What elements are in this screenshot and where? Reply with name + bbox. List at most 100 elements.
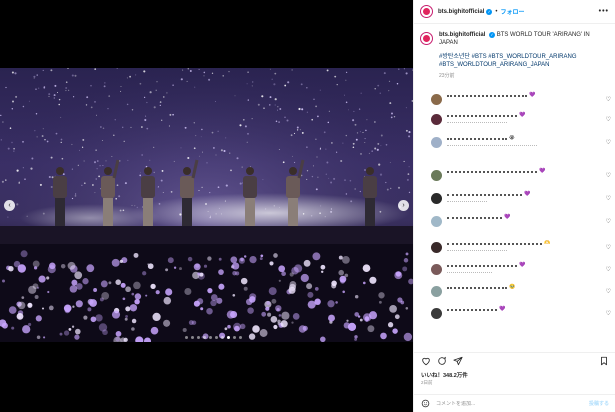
- like-count[interactable]: いいね！348.2万件: [421, 371, 468, 379]
- caption-avatar[interactable]: [420, 32, 433, 45]
- stadium-light: [312, 165, 314, 167]
- stadium-light: [114, 119, 116, 121]
- caption-hashtags-2[interactable]: #BTS_WORLDTOUR_ARIRANG_JAPAN: [439, 61, 609, 69]
- stadium-light: [13, 147, 15, 150]
- stadium-light: [162, 191, 164, 194]
- commenter-avatar[interactable]: [431, 286, 442, 297]
- heart-icon[interactable]: [421, 356, 431, 366]
- stadium-light: [35, 113, 38, 115]
- stadium-light: [77, 164, 79, 166]
- carousel-dot: [197, 336, 200, 339]
- next-image-button[interactable]: ›: [398, 200, 409, 211]
- commenter-avatar[interactable]: [431, 264, 442, 275]
- stadium-light: [230, 169, 232, 172]
- stadium-light: [36, 136, 38, 138]
- lightstick: [280, 320, 288, 328]
- comment-like-icon[interactable]: ♡: [606, 218, 611, 225]
- stadium-light: [306, 146, 308, 148]
- stadium-light: [278, 148, 280, 151]
- lightstick: [206, 307, 213, 315]
- stadium-light: [153, 171, 155, 174]
- avatar[interactable]: [420, 5, 433, 18]
- stadium-light: [60, 141, 62, 143]
- stadium-light: [354, 123, 357, 126]
- stadium-light: [62, 173, 65, 175]
- post-media: ‹ ›: [0, 0, 413, 412]
- lightstick: [232, 293, 236, 297]
- emoji-icon[interactable]: [421, 399, 430, 408]
- stadium-light: [352, 142, 355, 145]
- stadium-light: [96, 114, 97, 116]
- stadium-light: [296, 126, 299, 129]
- stadium-light: [220, 149, 223, 152]
- caption-username[interactable]: bts.bighitofficial: [439, 32, 485, 38]
- comment-like-icon[interactable]: ♡: [606, 310, 611, 317]
- comment-input[interactable]: [436, 400, 589, 407]
- header-username[interactable]: bts.bighitofficial: [438, 9, 484, 15]
- stadium-light: [42, 128, 44, 130]
- lightstick: [46, 276, 50, 280]
- stadium-light: [55, 132, 58, 135]
- stadium-light: [246, 83, 248, 85]
- stadium-light: [194, 86, 196, 88]
- stadium-light: [364, 142, 366, 143]
- caption-hashtags[interactable]: #방탄소년단 #BTS #BTS_WORLDTOUR_ARIRANG: [439, 53, 609, 61]
- lightstick: [68, 328, 72, 331]
- stadium-light: [53, 94, 56, 97]
- lightstick: [265, 306, 270, 311]
- share-icon[interactable]: [453, 356, 463, 366]
- comment-like-icon[interactable]: ♡: [606, 116, 611, 123]
- lightstick: [392, 328, 398, 334]
- lightstick: [342, 290, 345, 294]
- comment-icon[interactable]: [437, 356, 447, 366]
- comment-like-icon[interactable]: ♡: [606, 139, 611, 146]
- stadium-light: [54, 84, 57, 87]
- comment-like-icon[interactable]: ♡: [606, 288, 611, 295]
- stadium-light: [380, 134, 383, 137]
- stadium-light: [159, 101, 162, 103]
- lightstick: [47, 290, 50, 294]
- comment-item: 🥹 ♡: [431, 284, 611, 300]
- stadium-light: [364, 169, 366, 171]
- commenter-avatar[interactable]: [431, 216, 442, 227]
- comment-like-icon[interactable]: ♡: [606, 266, 611, 273]
- previous-image-button[interactable]: ‹: [4, 200, 15, 211]
- comment-text-redacted: [447, 243, 542, 246]
- lightstick: [165, 268, 169, 272]
- lightstick: [119, 259, 124, 264]
- lightstick: [405, 252, 409, 256]
- post-date: 2日前: [421, 380, 433, 385]
- commenter-avatar[interactable]: [431, 193, 442, 204]
- comment-like-icon[interactable]: ♡: [606, 172, 611, 179]
- carousel-dot: [185, 336, 188, 339]
- commenter-avatar[interactable]: [431, 114, 442, 125]
- stadium-light: [335, 151, 338, 153]
- commenter-avatar[interactable]: [431, 170, 442, 181]
- stadium-light: [149, 91, 152, 94]
- commenter-avatar[interactable]: [431, 242, 442, 253]
- bookmark-icon[interactable]: [599, 356, 609, 366]
- commenter-avatar[interactable]: [431, 137, 442, 148]
- comment-like-icon[interactable]: ♡: [606, 195, 611, 202]
- more-options-icon[interactable]: •••: [599, 8, 609, 15]
- lightstick: [273, 324, 278, 330]
- stadium-light: [306, 178, 308, 180]
- post-comment-button[interactable]: 投稿する: [589, 400, 609, 407]
- follow-button[interactable]: フォロー: [500, 7, 524, 16]
- comment-like-icon[interactable]: ♡: [606, 244, 611, 251]
- stadium-light: [123, 140, 125, 142]
- stadium-light: [251, 85, 253, 87]
- comment-like-icon[interactable]: ♡: [606, 96, 611, 103]
- lightstick: [87, 298, 94, 305]
- stadium-light: [334, 75, 337, 78]
- stadium-light: [405, 72, 408, 75]
- commenter-avatar[interactable]: [431, 308, 442, 319]
- stadium-light: [65, 81, 68, 84]
- stadium-light: [345, 101, 348, 104]
- stadium-light: [319, 89, 321, 91]
- stadium-light: [102, 164, 104, 167]
- stadium-light: [105, 160, 107, 162]
- stadium-light: [364, 138, 366, 140]
- stadium-light: [2, 121, 4, 123]
- commenter-avatar[interactable]: [431, 94, 442, 105]
